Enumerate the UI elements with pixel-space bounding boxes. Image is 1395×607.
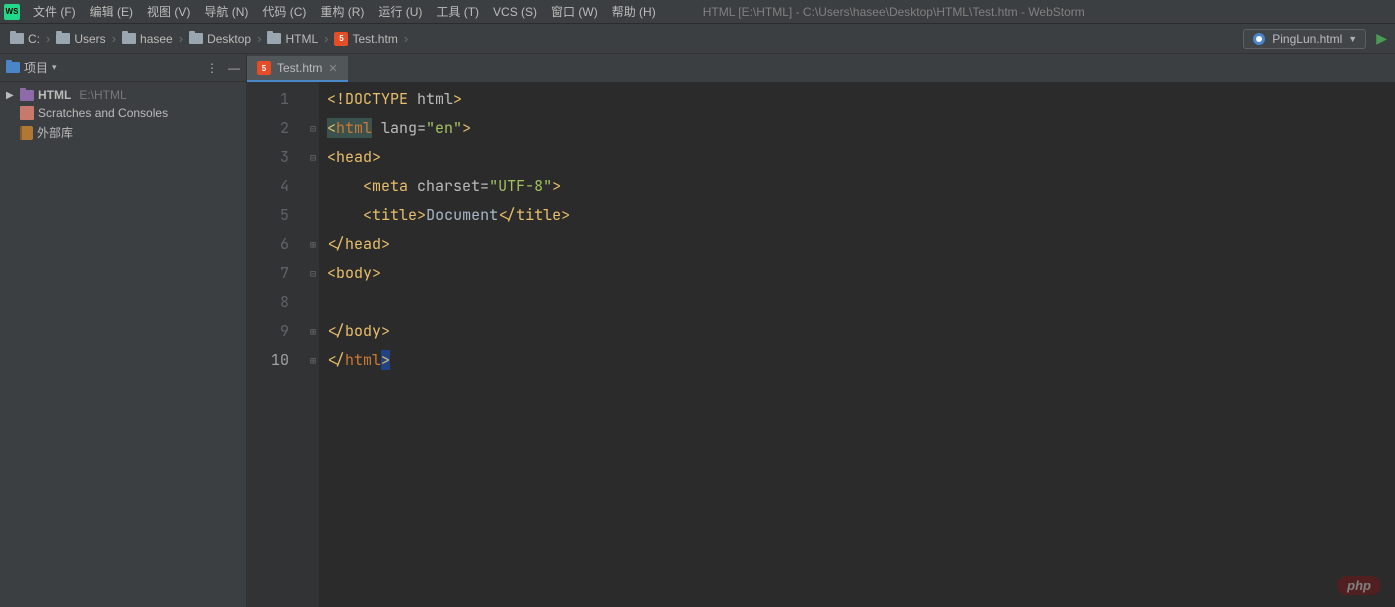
window-title: HTML [E:\HTML] - C:\Users\hasee\Desktop\…	[703, 5, 1085, 19]
chevron-down-icon: ▼	[1348, 34, 1357, 44]
project-header: 项目 ▾ ⋮ —	[0, 54, 246, 82]
line-number: 4	[247, 172, 289, 201]
chevron-right-icon: ›	[404, 31, 408, 46]
run-button[interactable]: ▶	[1376, 30, 1387, 47]
line-number: 2	[247, 114, 289, 143]
watermark-label: php	[1337, 576, 1381, 595]
navigation-bar: C: › Users › hasee › Desktop › HTML › 5 …	[0, 24, 1395, 54]
crumb-label: Test.htm	[352, 32, 397, 46]
crumb-test-file[interactable]: 5 Test.htm	[332, 30, 399, 48]
run-config-label: PingLun.html	[1272, 32, 1342, 46]
menu-bar: WS 文件 (F) 编辑 (E) 视图 (V) 导航 (N) 代码 (C) 重构…	[0, 0, 1395, 24]
menu-help[interactable]: 帮助 (H)	[605, 1, 663, 22]
menu-run[interactable]: 运行 (U)	[371, 1, 429, 22]
chevron-right-icon: ›	[112, 31, 116, 46]
library-icon	[20, 126, 33, 140]
folder-icon	[189, 33, 203, 44]
crumb-html-folder[interactable]: HTML	[265, 30, 320, 48]
menu-file[interactable]: 文件 (F)	[26, 1, 83, 22]
menu-view[interactable]: 视图 (V)	[140, 1, 197, 22]
menu-vcs[interactable]: VCS (S)	[486, 3, 544, 21]
run-configuration-dropdown[interactable]: PingLun.html ▼	[1243, 29, 1366, 49]
line-number: 3	[247, 143, 289, 172]
editor-area: 5 Test.htm ✕ 1 2 3 4 5 6 7 8 9 10 ⊟⊟ ⊞⊟ …	[247, 54, 1395, 607]
line-number-gutter: 1 2 3 4 5 6 7 8 9 10	[247, 82, 307, 607]
tree-item-html-project[interactable]: ▶ HTML E:\HTML	[0, 86, 246, 104]
menu-refactor[interactable]: 重构 (R)	[313, 1, 371, 22]
menu-code[interactable]: 代码 (C)	[255, 1, 313, 22]
menu-tools[interactable]: 工具 (T)	[429, 1, 486, 22]
html-file-icon: 5	[334, 32, 348, 46]
menu-window[interactable]: 窗口 (W)	[544, 1, 605, 22]
project-title-label: 项目	[24, 59, 48, 76]
menu-edit[interactable]: 编辑 (E)	[83, 1, 140, 22]
crumb-users[interactable]: Users	[54, 30, 107, 48]
crumb-label: HTML	[285, 32, 318, 46]
editor-tab-test-htm[interactable]: 5 Test.htm ✕	[247, 56, 348, 82]
chevron-down-icon: ▾	[52, 62, 57, 73]
editor-tabs: 5 Test.htm ✕	[247, 54, 1395, 82]
chevron-right-icon: ›	[179, 31, 183, 46]
crumb-label: C:	[28, 32, 40, 46]
project-folder-icon	[20, 90, 34, 101]
breadcrumb: C: › Users › hasee › Desktop › HTML › 5 …	[8, 30, 408, 48]
chrome-icon	[1252, 32, 1266, 46]
minimize-icon[interactable]: —	[228, 61, 240, 75]
watermark: php	[1337, 578, 1381, 593]
code-editor[interactable]: 1 2 3 4 5 6 7 8 9 10 ⊟⊟ ⊞⊟ ⊞⊞ <!DOCTYPE …	[247, 82, 1395, 607]
line-number: 1	[247, 85, 289, 114]
folder-icon	[122, 33, 136, 44]
main-panel: 项目 ▾ ⋮ — ▶ HTML E:\HTML Scratches and Co…	[0, 54, 1395, 607]
tab-label: Test.htm	[277, 61, 322, 75]
tree-item-scratches[interactable]: Scratches and Consoles	[0, 104, 246, 122]
line-number: 7	[247, 259, 289, 288]
chevron-right-icon: ›	[257, 31, 261, 46]
line-number: 6	[247, 230, 289, 259]
html-file-icon: 5	[257, 61, 271, 75]
app-logo-icon: WS	[4, 4, 20, 20]
project-title[interactable]: 项目 ▾	[6, 59, 57, 76]
toolbar-right: PingLun.html ▼ ▶	[1243, 29, 1387, 49]
code-content[interactable]: <!DOCTYPE html><html lang="en"><head> <m…	[319, 82, 570, 607]
folder-icon	[56, 33, 70, 44]
crumb-label: hasee	[140, 32, 173, 46]
crumb-c-drive[interactable]: C:	[8, 30, 42, 48]
more-icon[interactable]: ⋮	[206, 61, 218, 75]
fold-gutter: ⊟⊟ ⊞⊟ ⊞⊞	[307, 82, 319, 607]
crumb-hasee[interactable]: hasee	[120, 30, 175, 48]
tree-path: E:\HTML	[79, 88, 126, 102]
line-number: 5	[247, 201, 289, 230]
chevron-right-icon: ›	[324, 31, 328, 46]
tree-label: 外部库	[37, 124, 73, 141]
project-icon	[6, 62, 20, 73]
tree-label: Scratches and Consoles	[38, 106, 168, 120]
menu-navigate[interactable]: 导航 (N)	[197, 1, 255, 22]
expand-arrow-icon[interactable]: ▶	[6, 90, 16, 101]
project-tree: ▶ HTML E:\HTML Scratches and Consoles 外部…	[0, 82, 246, 147]
folder-icon	[10, 33, 24, 44]
tree-label: HTML	[38, 88, 71, 102]
tree-item-external-libs[interactable]: 外部库	[0, 122, 246, 143]
crumb-label: Users	[74, 32, 105, 46]
chevron-right-icon: ›	[46, 31, 50, 46]
line-number: 9	[247, 317, 289, 346]
line-number-current: 10	[247, 346, 289, 375]
close-tab-icon[interactable]: ✕	[328, 62, 337, 75]
crumb-label: Desktop	[207, 32, 251, 46]
folder-icon	[267, 33, 281, 44]
project-tool-window: 项目 ▾ ⋮ — ▶ HTML E:\HTML Scratches and Co…	[0, 54, 247, 607]
crumb-desktop[interactable]: Desktop	[187, 30, 253, 48]
line-number: 8	[247, 288, 289, 317]
scratches-icon	[20, 106, 34, 120]
